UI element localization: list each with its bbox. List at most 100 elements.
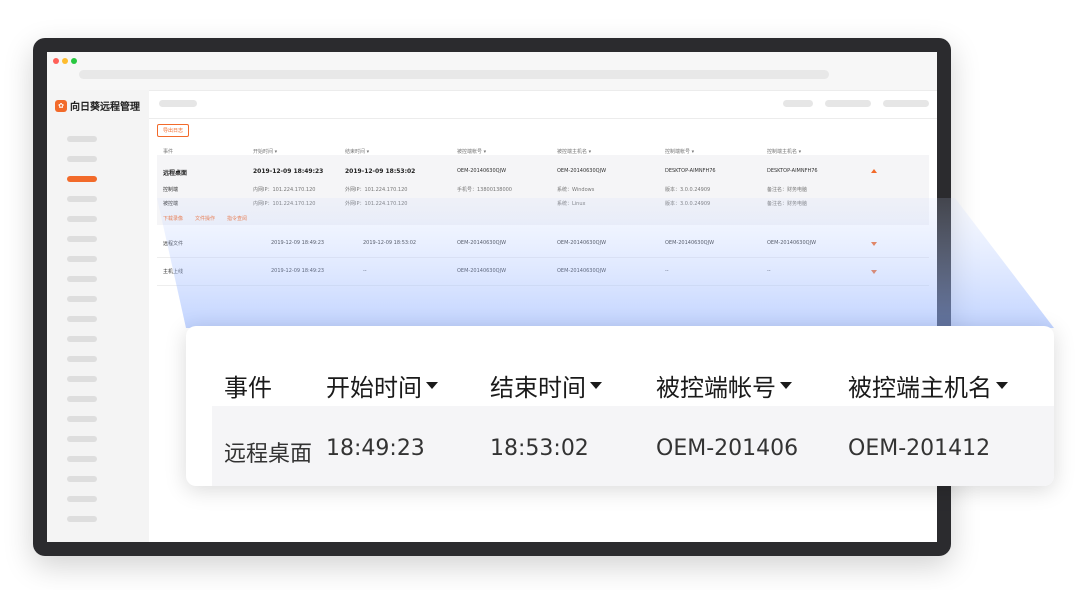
detail-remark: 备注名：财务电脑 bbox=[767, 187, 808, 193]
sidebar-item[interactable] bbox=[67, 436, 97, 442]
sort-caret-icon bbox=[996, 382, 1008, 389]
sidebar: ✿ 向日葵远程管理 bbox=[47, 90, 149, 542]
topbar-action[interactable] bbox=[825, 100, 871, 107]
sidebar-item[interactable] bbox=[67, 516, 97, 522]
zoom-header-end: 结束时间 bbox=[490, 368, 602, 403]
minimize-window-dot[interactable] bbox=[62, 58, 68, 64]
expand-row-icon[interactable] bbox=[871, 270, 877, 274]
row-end-time: 2019-12-09 18:53:02 bbox=[345, 168, 416, 175]
sidebar-item[interactable] bbox=[67, 196, 97, 202]
row-divider bbox=[157, 257, 929, 258]
detail-ip: 外网IP：101.224.170.120 bbox=[345, 187, 408, 193]
expand-row-icon[interactable] bbox=[871, 242, 877, 246]
topbar-action[interactable] bbox=[783, 100, 813, 107]
detail-remark: 备注名：财务电脑 bbox=[767, 201, 808, 207]
zoom-cell-controlled-account: OEM-201406 bbox=[656, 436, 799, 461]
zoom-header-start-label: 开始时间 bbox=[326, 374, 422, 402]
address-bar[interactable] bbox=[79, 70, 829, 79]
sidebar-item[interactable] bbox=[67, 376, 97, 382]
zoom-header-controlled-account-label: 被控端帐号 bbox=[656, 374, 776, 402]
sidebar-item[interactable] bbox=[67, 416, 97, 422]
sidebar-item[interactable] bbox=[67, 496, 97, 502]
top-bar bbox=[149, 90, 937, 119]
sunflower-logo-icon: ✿ bbox=[55, 99, 67, 112]
row-controlled-host: OEM-20140630QJW bbox=[557, 168, 607, 174]
breadcrumb bbox=[159, 100, 197, 107]
detail-os: 系统：Windows bbox=[557, 187, 595, 193]
detail-version: 版本：3.0.0.24909 bbox=[665, 201, 711, 207]
detail-label: 控制端 bbox=[163, 187, 179, 193]
sidebar-item[interactable] bbox=[67, 276, 97, 282]
sort-caret-icon bbox=[590, 382, 602, 389]
column-header-start[interactable]: 开始时间 ▾ bbox=[253, 148, 277, 155]
sidebar-item[interactable] bbox=[67, 316, 97, 322]
sidebar-item-active[interactable] bbox=[67, 176, 97, 182]
zoom-cell-event: 远程桌面 bbox=[224, 442, 313, 467]
row-controller-host: -- bbox=[767, 268, 771, 274]
column-header-end[interactable]: 结束时间 ▾ bbox=[345, 148, 369, 155]
detail-os: 系统：Linux bbox=[557, 201, 586, 207]
zoom-header-start: 开始时间 bbox=[326, 368, 438, 403]
zoom-callout: 事件 开始时间 结束时间 被控端帐号 被控端主机名 远程桌面 18:49:23 … bbox=[186, 326, 1054, 486]
sidebar-item[interactable] bbox=[67, 396, 97, 402]
maximize-window-dot[interactable] bbox=[71, 58, 77, 64]
row-event: 主机上线 bbox=[163, 269, 184, 275]
zoom-header-end-label: 结束时间 bbox=[490, 374, 586, 402]
column-header-controller-host[interactable]: 控制端主机名 ▾ bbox=[767, 148, 801, 155]
row-controlled-account: OEM-20140630QJW bbox=[457, 240, 507, 246]
app-logo: ✿ 向日葵远程管理 bbox=[55, 98, 140, 113]
detail-phone: 手机号：13800138000 bbox=[457, 187, 512, 193]
sidebar-item[interactable] bbox=[67, 136, 97, 142]
row-controlled-host: OEM-20140630QJW bbox=[557, 268, 607, 274]
column-header-controller-account[interactable]: 控制端帐号 ▾ bbox=[665, 148, 694, 155]
zoom-cell-start: 18:49:23 bbox=[326, 436, 425, 461]
zoom-header-event-label: 事件 bbox=[224, 374, 272, 402]
row-start-time: 2019-12-09 18:49:23 bbox=[271, 240, 325, 246]
row-controller-account: -- bbox=[665, 268, 669, 274]
sidebar-item[interactable] bbox=[67, 156, 97, 162]
file-operations-link[interactable]: 文件操作 bbox=[195, 215, 215, 222]
download-recording-link[interactable]: 下载录像 bbox=[163, 215, 183, 222]
row-controlled-account: OEM-20140630QJW bbox=[457, 168, 507, 174]
zoom-header-controlled-host: 被控端主机名 bbox=[848, 368, 1008, 403]
zoom-header-event: 事件 bbox=[224, 368, 272, 403]
column-header-controlled-host[interactable]: 被控端主机名 ▾ bbox=[557, 148, 591, 155]
collapse-row-icon[interactable] bbox=[871, 169, 877, 173]
zoom-header-controlled-host-label: 被控端主机名 bbox=[848, 374, 992, 402]
sort-caret-icon bbox=[426, 382, 438, 389]
row-start-time: 2019-12-09 18:49:23 bbox=[271, 268, 325, 274]
row-controlled-account: OEM-20140630QJW bbox=[457, 268, 507, 274]
command-log-link[interactable]: 指令查阅 bbox=[227, 215, 247, 222]
sidebar-item[interactable] bbox=[67, 336, 97, 342]
row-controller-account: DESKTOP-AIMNFH76 bbox=[665, 168, 716, 174]
row-controlled-host: OEM-20140630QJW bbox=[557, 240, 607, 246]
row-end-time: -- bbox=[363, 268, 367, 274]
sidebar-item[interactable] bbox=[67, 216, 97, 222]
row-controller-account: OEM-20140630QJW bbox=[665, 240, 715, 246]
user-menu[interactable] bbox=[883, 100, 929, 107]
detail-ip: 内网IP：101.224.170.120 bbox=[253, 201, 316, 207]
row-controller-host: DESKTOP-AIMNFH76 bbox=[767, 168, 818, 174]
column-header-controlled-account[interactable]: 被控端帐号 ▾ bbox=[457, 148, 486, 155]
export-log-button[interactable]: 导出日志 bbox=[157, 124, 190, 137]
row-event: 远程文件 bbox=[163, 241, 184, 247]
row-end-time: 2019-12-09 18:53:02 bbox=[363, 240, 417, 246]
browser-bar bbox=[47, 52, 937, 91]
app-title: 向日葵远程管理 bbox=[70, 102, 140, 113]
zoom-cell-controlled-host: OEM-201412 bbox=[848, 436, 991, 461]
detail-version: 版本：3.0.0.24909 bbox=[665, 187, 711, 193]
detail-ip: 内网IP：101.224.170.120 bbox=[253, 187, 316, 193]
sidebar-item[interactable] bbox=[67, 476, 97, 482]
sidebar-item[interactable] bbox=[67, 356, 97, 362]
row-controller-host: OEM-20140630QJW bbox=[767, 240, 817, 246]
sidebar-item[interactable] bbox=[67, 256, 97, 262]
column-header-event: 事件 bbox=[163, 149, 174, 155]
detail-ip: 外网IP：101.224.170.120 bbox=[345, 201, 408, 207]
row-divider bbox=[157, 285, 929, 286]
sidebar-item[interactable] bbox=[67, 296, 97, 302]
sidebar-item[interactable] bbox=[67, 236, 97, 242]
close-window-dot[interactable] bbox=[53, 58, 59, 64]
detail-label: 被控端 bbox=[163, 201, 179, 207]
sidebar-item[interactable] bbox=[67, 456, 97, 462]
row-start-time: 2019-12-09 18:49:23 bbox=[253, 168, 324, 175]
